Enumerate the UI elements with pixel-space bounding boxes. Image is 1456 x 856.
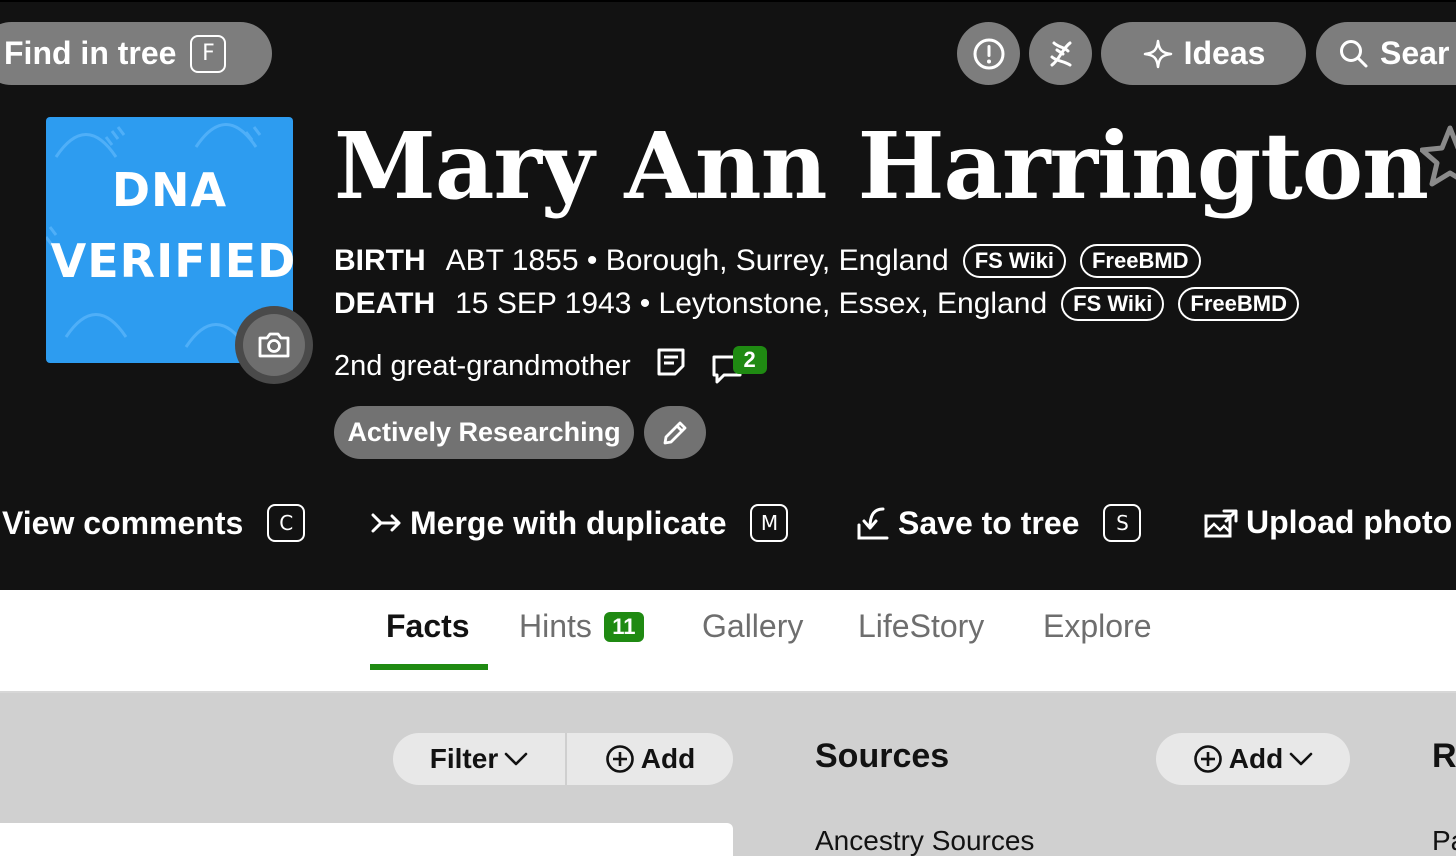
upload-photo-icon: [1204, 508, 1238, 538]
death-value: 15 SEP 1943 • Leytonstone, Essex, Englan…: [455, 287, 1048, 320]
shortcut-key-c: C: [267, 504, 306, 542]
merge-icon: [370, 509, 402, 537]
save-to-tree-label: Save to tree: [898, 504, 1080, 541]
birth-fswiki-link[interactable]: FS Wiki: [962, 244, 1066, 278]
top-border: [0, 0, 1456, 2]
tab-facts-label: Facts: [386, 608, 470, 644]
plus-circle-icon: [605, 745, 634, 773]
add-source-label: Add: [1228, 743, 1284, 774]
tab-facts[interactable]: Facts: [386, 608, 470, 645]
search-button[interactable]: Sear: [1316, 22, 1456, 85]
star-icon[interactable]: [1420, 122, 1456, 192]
camera-button-inner: [243, 314, 305, 376]
tab-explore-label: Explore: [1043, 608, 1152, 644]
view-comments-label: View comments: [2, 504, 244, 541]
person-header: Find in tree F Ideas Sear DNA VERIFIED M…: [0, 0, 1456, 590]
alert-button[interactable]: [957, 22, 1020, 85]
merge-duplicate-label: Merge with duplicate: [410, 504, 727, 541]
change-photo-button[interactable]: [235, 306, 313, 384]
tab-bar: Facts Hints 11 Gallery LifeStory Explore: [0, 590, 1456, 693]
tab-hints-label: Hints: [519, 608, 592, 644]
birth-label: BIRTH: [334, 244, 426, 277]
sparkle-icon: [1143, 39, 1172, 68]
upload-photo-button[interactable]: Upload photo: [1204, 504, 1452, 541]
save-icon: [856, 505, 890, 541]
filter-label: Filter: [429, 743, 499, 774]
verified-label: VERIFIED: [50, 234, 297, 288]
alert-icon: [973, 38, 1004, 69]
facts-card: [0, 823, 733, 856]
birth-freebmd-link[interactable]: FreeBMD: [1079, 244, 1201, 278]
edit-person-button[interactable]: [644, 406, 706, 459]
chevron-down-icon: [504, 752, 528, 766]
dna-icon: [1050, 41, 1071, 66]
relationship-label[interactable]: 2nd great-grandmother: [334, 350, 631, 383]
search-icon: [1340, 39, 1368, 67]
birth-row: BIRTH ABT 1855 • Borough, Surrey, Englan…: [334, 244, 1201, 278]
facts-content: Filter Add Sources Add R Ancestry Source…: [0, 693, 1456, 856]
active-tab-indicator: [370, 664, 488, 670]
death-row: DEATH 15 SEP 1943 • Leytonstone, Essex, …: [334, 287, 1299, 321]
shortcut-key-s: S: [1103, 504, 1142, 542]
comments-button[interactable]: 2: [711, 346, 771, 384]
tab-hints[interactable]: Hints 11: [519, 608, 644, 645]
ancestry-sources-heading: Ancestry Sources: [815, 825, 1035, 856]
tab-gallery-label: Gallery: [702, 608, 804, 644]
plus-circle-icon: [1193, 745, 1222, 773]
research-status-badge[interactable]: Actively Researching: [334, 406, 634, 459]
birth-value: ABT 1855 • Borough, Surrey, England: [445, 244, 949, 277]
death-label: DEATH: [334, 287, 436, 320]
dna-label: DNA: [111, 163, 228, 217]
add-source-button[interactable]: Add: [1156, 733, 1350, 785]
shortcut-key-m: M: [750, 504, 789, 542]
merge-duplicate-button[interactable]: Merge with duplicate M: [370, 504, 789, 542]
filter-button[interactable]: Filter: [393, 733, 567, 785]
add-fact-button[interactable]: Add: [567, 733, 733, 785]
death-freebmd-link[interactable]: FreeBMD: [1178, 287, 1299, 321]
facts-toolbar: Filter Add: [393, 733, 733, 785]
comment-count-badge: 2: [732, 346, 767, 374]
tab-lifestory[interactable]: LifeStory: [858, 608, 984, 645]
find-in-tree-label: Find in tree: [4, 35, 177, 71]
tab-explore[interactable]: Explore: [1043, 608, 1152, 645]
sources-heading: Sources: [815, 737, 950, 775]
hints-count-badge: 11: [603, 611, 644, 642]
death-fswiki-link[interactable]: FS Wiki: [1061, 287, 1165, 321]
upload-photo-label: Upload photo: [1246, 504, 1453, 540]
tab-gallery[interactable]: Gallery: [702, 608, 803, 645]
relationship-row: 2nd great-grandmother 2: [334, 346, 771, 386]
find-in-tree-button[interactable]: Find in tree F: [0, 22, 272, 85]
ideas-label: Ideas: [1183, 35, 1266, 71]
pencil-icon: [663, 421, 687, 444]
notes-button[interactable]: [655, 346, 687, 386]
notes-icon: [657, 348, 685, 376]
right-panel-text: Pa: [1432, 825, 1456, 856]
person-name: Mary Ann Harrington: [334, 112, 1429, 220]
view-comments-button[interactable]: View comments C: [2, 504, 306, 542]
add-fact-label: Add: [640, 743, 696, 774]
tab-lifestory-label: LifeStory: [858, 608, 985, 644]
chevron-down-icon: [1289, 752, 1313, 766]
right-panel-heading: R: [1432, 737, 1456, 775]
dna-tools-button[interactable]: [1029, 22, 1092, 85]
save-to-tree-button[interactable]: Save to tree S: [856, 504, 1142, 542]
shortcut-key-f: F: [190, 34, 227, 73]
search-label: Sear: [1380, 35, 1450, 71]
camera-icon: [258, 332, 290, 358]
ideas-button[interactable]: Ideas: [1101, 22, 1306, 85]
